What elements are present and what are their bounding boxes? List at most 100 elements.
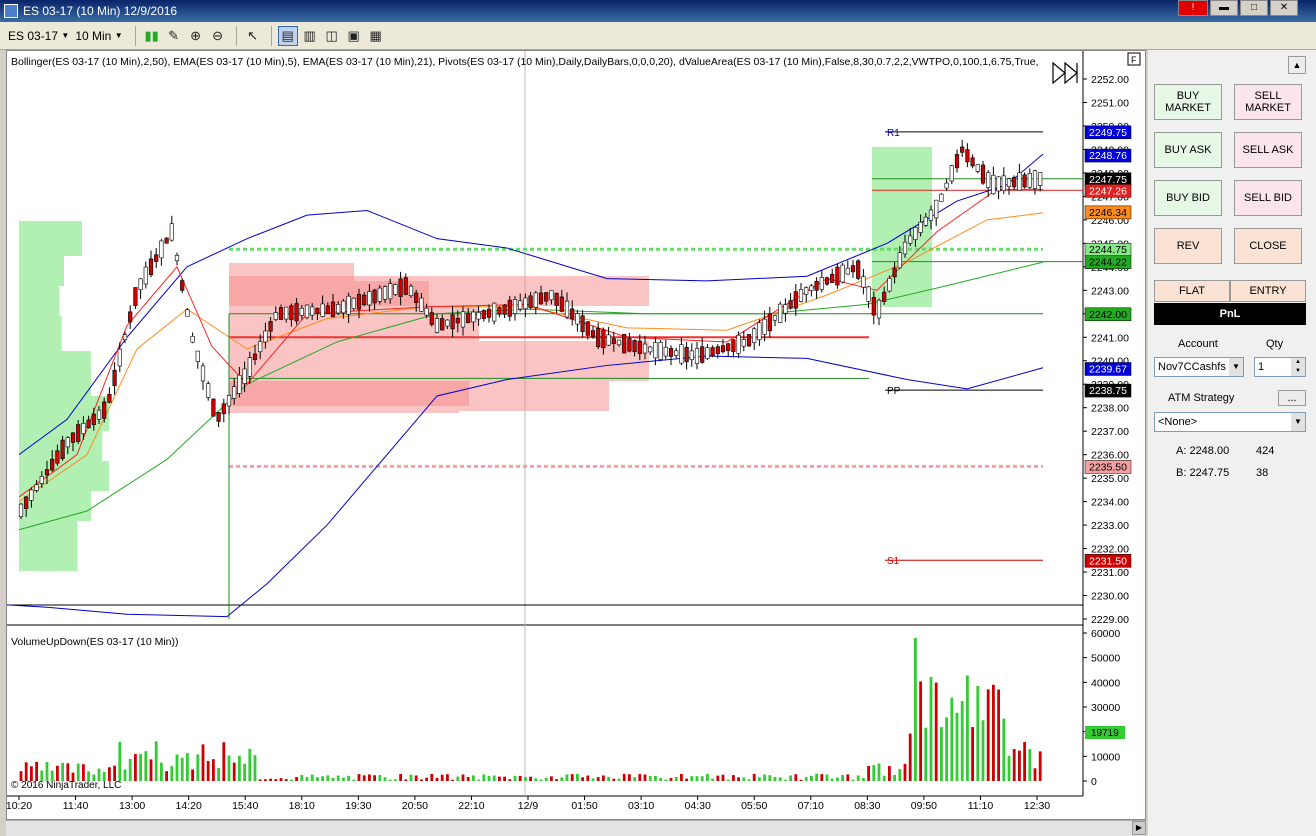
volume-bar-up — [477, 779, 480, 781]
candle-up — [242, 368, 247, 384]
time-axis-label: 07:10 — [798, 800, 824, 812]
volume-bar-up — [674, 777, 678, 781]
scroll-right-icon[interactable]: ▶ — [1132, 821, 1146, 835]
candle-up — [232, 386, 237, 399]
volume-bar-up — [154, 741, 158, 781]
zoom-out-icon[interactable]: ⊖ — [208, 26, 228, 46]
volume-bar-up — [342, 777, 345, 781]
profile-bar — [229, 341, 649, 381]
candle-up — [226, 395, 232, 407]
bar-type-icon[interactable]: ▮▮ — [142, 26, 162, 46]
volume-bar-up — [784, 779, 787, 781]
zoom-in-icon[interactable]: ⊕ — [186, 26, 206, 46]
volume-bar-down — [24, 762, 28, 781]
pencil-icon[interactable]: ✎ — [164, 26, 184, 46]
volume-bar-down — [134, 753, 137, 781]
candle-up — [887, 278, 892, 292]
collapse-up-icon[interactable]: ▲ — [1288, 56, 1306, 74]
volume-bar-up — [726, 779, 730, 781]
strategies-icon[interactable]: ◫ — [322, 26, 342, 46]
indicators-icon[interactable]: ▥ — [300, 26, 320, 46]
volume-bar-up — [76, 763, 80, 781]
atm-strategy-select[interactable]: <None> ▼ — [1154, 412, 1306, 432]
maximize-button[interactable]: □ — [1240, 0, 1268, 16]
stepper-arrows-icon[interactable]: ▲ ▼ — [1291, 358, 1305, 376]
volume-bar-down — [643, 774, 647, 781]
volume-bar-up — [648, 776, 652, 781]
price-axis-label: 2231.00 — [1091, 567, 1129, 579]
time-axis-label: 13:00 — [119, 800, 145, 812]
sell-market-button[interactable]: SELL MARKET — [1234, 84, 1302, 120]
chart-horizontal-scrollbar[interactable]: ▶ — [6, 820, 1146, 836]
sell-ask-button[interactable]: SELL ASK — [1234, 132, 1302, 168]
volume-bar-up — [388, 779, 392, 781]
candle-up — [81, 422, 86, 434]
account-select[interactable]: Nov7CCashfs ▼ — [1154, 357, 1244, 377]
candle-up — [674, 350, 679, 356]
qty-stepper[interactable]: 1 ▲ ▼ — [1254, 357, 1306, 377]
buy-ask-button[interactable]: BUY ASK — [1154, 132, 1222, 168]
data-box-icon[interactable]: ▣ — [344, 26, 364, 46]
candle-up — [772, 315, 778, 321]
volume-bar-up — [950, 697, 954, 781]
time-axis-label: 09:50 — [911, 800, 937, 812]
buy-market-button[interactable]: BUY MARKET — [1154, 84, 1222, 120]
candle-up — [1001, 175, 1006, 192]
volume-bar-up — [914, 637, 917, 781]
volume-bar-up — [929, 677, 933, 781]
chart-panel[interactable]: Bollinger(ES 03-17 (10 Min),2,50), EMA(E… — [6, 50, 1146, 820]
volume-bar-down — [867, 766, 870, 781]
candle-down — [601, 329, 606, 349]
volume-bar-up — [196, 754, 200, 781]
scroll-end-icon[interactable] — [1052, 61, 1078, 85]
volume-bar-down — [669, 778, 673, 781]
volume-bar-up — [524, 777, 527, 781]
instrument-selector[interactable]: ES 03-17 ▼ — [8, 29, 69, 43]
price-chart[interactable]: Bollinger(ES 03-17 (10 Min),2,50), EMA(E… — [6, 51, 1147, 821]
reverse-button[interactable]: REV — [1154, 228, 1222, 264]
candle-down — [835, 266, 840, 286]
volume-bar-up — [789, 775, 792, 781]
candle-up — [757, 322, 762, 341]
minimize-button[interactable]: ▬ — [1210, 0, 1238, 16]
volume-bar-up — [487, 776, 491, 781]
price-axis-label: 2241.00 — [1091, 332, 1129, 344]
volume-bar-up — [170, 766, 174, 781]
volume-bar-up — [565, 774, 569, 781]
candle-up — [1006, 178, 1012, 187]
candle-up — [606, 334, 611, 346]
volume-bar-down — [420, 779, 423, 781]
candle-down — [91, 413, 96, 425]
candle-down — [850, 265, 856, 273]
interval-selector[interactable]: 10 Min ▼ — [75, 29, 122, 43]
volume-bar-up — [544, 777, 548, 781]
volume-bar-up — [409, 774, 413, 781]
candle-down — [960, 146, 965, 153]
volume-bar-up — [690, 776, 694, 781]
sell-bid-button[interactable]: SELL BID — [1234, 180, 1302, 216]
time-axis-label: 15:40 — [232, 800, 258, 812]
time-axis-label: 05:50 — [741, 800, 767, 812]
volume-bar-up — [877, 763, 881, 781]
chart-trader-icon[interactable]: ▤ — [277, 25, 298, 46]
cursor-icon[interactable]: ↖ — [243, 26, 263, 46]
volume-bar-down — [201, 744, 205, 781]
candle-down — [289, 305, 294, 320]
buy-bid-button[interactable]: BUY BID — [1154, 180, 1222, 216]
price-axis-label: 2232.00 — [1091, 544, 1129, 556]
candle-up — [762, 318, 767, 335]
close-button[interactable]: ✕ — [1270, 0, 1298, 16]
close-position-button[interactable]: CLOSE — [1234, 228, 1302, 264]
candle-up — [18, 503, 24, 518]
volume-bar-down — [66, 763, 70, 781]
volume-bar-down — [19, 771, 23, 781]
properties-icon[interactable]: ▦ — [366, 26, 386, 46]
candle-up — [653, 342, 658, 359]
price-axis-label: 2235.00 — [1091, 473, 1129, 485]
notification-icon[interactable]: ! — [1178, 0, 1208, 16]
atm-options-button[interactable]: ... — [1278, 390, 1306, 406]
volume-bar-up — [945, 717, 948, 781]
candle-down — [86, 419, 91, 429]
candle-up — [460, 311, 466, 328]
candle-up — [138, 278, 143, 291]
